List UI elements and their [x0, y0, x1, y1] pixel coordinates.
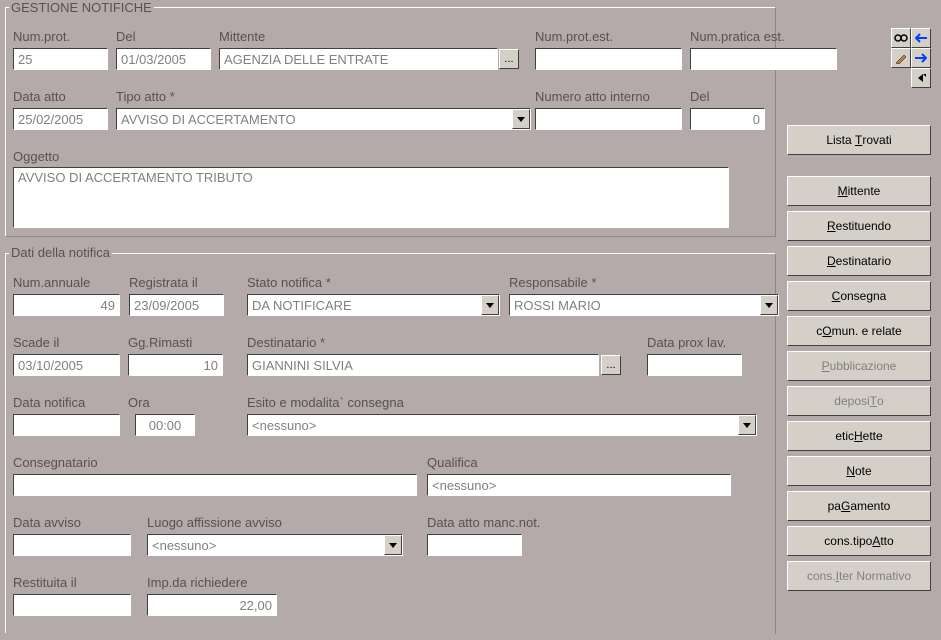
- datanotifica-label: Data notifica: [13, 395, 85, 410]
- oggetto-textarea[interactable]: AVVISO DI ACCERTAMENTO TRIBUTO: [13, 167, 729, 228]
- ora-label: Ora: [128, 395, 150, 410]
- consiter-button[interactable]: cons.Iter Normativo: [787, 561, 931, 591]
- dataavviso-label: Data avviso: [13, 515, 81, 530]
- lista-trovati-button[interactable]: Lista Trovati: [787, 125, 931, 155]
- datamanc-input[interactable]: [427, 534, 522, 556]
- qualifica-input[interactable]: [427, 474, 731, 496]
- del-input[interactable]: [116, 48, 211, 70]
- destinatario-button[interactable]: Destinatario: [787, 246, 931, 276]
- back-icon[interactable]: [911, 68, 931, 88]
- restituita-label: Restituita il: [13, 575, 77, 590]
- esito-label: Esito e modalita` consegna: [247, 395, 404, 410]
- mittente-lookup-button[interactable]: ...: [499, 49, 519, 69]
- registrata-label: Registrata il: [129, 275, 198, 290]
- pagamento-button[interactable]: paGamento: [787, 491, 931, 521]
- destinatario-lookup-button[interactable]: ...: [601, 355, 621, 375]
- tipoatto-label: Tipo atto *: [116, 89, 175, 104]
- numattoint-label: Numero atto interno: [535, 89, 650, 104]
- numprotest-input[interactable]: [535, 48, 682, 70]
- numprotest-label: Num.prot.est.: [535, 29, 613, 44]
- numattoint-input[interactable]: [535, 108, 682, 130]
- deposito-button[interactable]: deposiTo: [787, 386, 931, 416]
- mittente-button[interactable]: Mittente: [787, 176, 931, 206]
- datanotifica-input[interactable]: [13, 414, 120, 436]
- dataavviso-input[interactable]: [13, 534, 131, 556]
- consegnatario-input[interactable]: [13, 474, 417, 496]
- responsabile-label: Responsabile *: [509, 275, 596, 290]
- del2-input[interactable]: [690, 108, 765, 130]
- arrow-right-icon[interactable]: [911, 48, 931, 68]
- numpratica-input[interactable]: [690, 48, 837, 70]
- numprot-input[interactable]: [13, 48, 108, 70]
- numprot-label: Num.prot.: [13, 29, 70, 44]
- restituendo-button[interactable]: Restituendo: [787, 211, 931, 241]
- luogo-label: Luogo affissione avviso: [147, 515, 282, 530]
- oggetto-label: Oggetto: [13, 149, 59, 164]
- scade-input[interactable]: [13, 354, 120, 376]
- responsabile-select[interactable]: ROSSI MARIO: [509, 294, 779, 316]
- binoculars-icon[interactable]: [891, 28, 911, 48]
- ggrimasti-input[interactable]: [128, 354, 223, 376]
- pubblicazione-button[interactable]: Pubblicazione: [787, 351, 931, 381]
- gestione-legend: GESTIONE NOTIFICHE: [9, 0, 154, 15]
- note-button[interactable]: Note: [787, 456, 931, 486]
- dataatto-input[interactable]: [13, 108, 108, 130]
- datamanc-label: Data atto manc.not.: [427, 515, 540, 530]
- imp-label: Imp.da richiedere: [147, 575, 247, 590]
- mittente-label: Mittente: [219, 29, 265, 44]
- dataprox-label: Data prox lav.: [647, 335, 726, 350]
- registrata-input[interactable]: [129, 294, 224, 316]
- comun-button[interactable]: cOmun. e relate: [787, 316, 931, 346]
- destinatario-label: Destinatario *: [247, 335, 325, 350]
- stato-label: Stato notifica *: [247, 275, 331, 290]
- etichette-button[interactable]: eticHette: [787, 421, 931, 451]
- consegnatario-label: Consegnatario: [13, 455, 98, 470]
- consegna-button[interactable]: Consegna: [787, 281, 931, 311]
- constipoatto-button[interactable]: cons.tipo Atto: [787, 526, 931, 556]
- numpratica-label: Num.pratica est.: [690, 29, 785, 44]
- ora-input[interactable]: [135, 414, 195, 436]
- ggrimasti-label: Gg.Rimasti: [128, 335, 192, 350]
- numannuale-input[interactable]: [13, 294, 120, 316]
- luogo-select[interactable]: <nessuno>: [147, 534, 403, 556]
- esito-select[interactable]: <nessuno>: [247, 414, 757, 436]
- qualifica-label: Qualifica: [427, 455, 478, 470]
- arrow-left-icon[interactable]: [911, 28, 931, 48]
- tipoatto-select[interactable]: AVVISO DI ACCERTAMENTO: [116, 108, 531, 130]
- numannuale-label: Num.annuale: [13, 275, 90, 290]
- destinatario-input[interactable]: [247, 354, 599, 376]
- mittente-input[interactable]: [219, 48, 498, 70]
- stato-select[interactable]: DA NOTIFICARE: [247, 294, 500, 316]
- scade-label: Scade il: [13, 335, 59, 350]
- del-label: Del: [116, 29, 136, 44]
- imp-input[interactable]: [147, 594, 277, 616]
- dataatto-label: Data atto: [13, 89, 66, 104]
- pencil-icon[interactable]: [891, 48, 911, 68]
- del2-label: Del: [690, 89, 710, 104]
- restituita-input[interactable]: [13, 594, 131, 616]
- dati-legend: Dati della notifica: [9, 245, 112, 260]
- dataprox-input[interactable]: [647, 354, 742, 376]
